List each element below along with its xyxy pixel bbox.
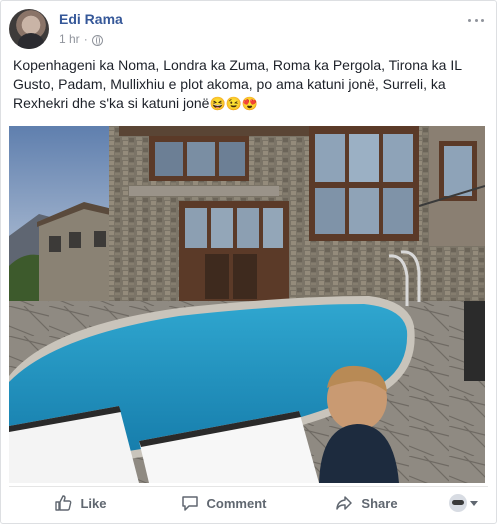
comment-button[interactable]: Comment: [152, 488, 295, 518]
post-photo[interactable]: [9, 126, 485, 483]
reaction-as-selector[interactable]: [438, 494, 488, 512]
comment-bubble-icon: [181, 496, 198, 511]
post-header: Edi Rama 1 hr ·: [9, 7, 488, 53]
chevron-down-icon: [469, 500, 478, 506]
like-label: Like: [80, 495, 107, 511]
globe-icon[interactable]: [91, 34, 103, 46]
meta-separator: ·: [83, 32, 88, 46]
post-text: Kopenhageni ka Noma, Londra ka Zuma, Rom…: [13, 56, 483, 113]
emoji-heart-eyes: 😍: [241, 96, 259, 111]
action-bar: Like Comment Share: [9, 486, 488, 519]
thumbs-up-icon: [55, 495, 72, 511]
emoji-laughing: 😆: [209, 96, 226, 111]
like-button[interactable]: Like: [9, 488, 152, 518]
share-label: Share: [361, 495, 398, 511]
author-avatar[interactable]: [9, 9, 49, 49]
post-card: Edi Rama 1 hr · Kopenhageni ka Noma, Lon…: [0, 0, 497, 524]
user-avatar: [448, 494, 467, 512]
author-name[interactable]: Edi Rama: [59, 11, 123, 27]
comment-label: Comment: [206, 495, 267, 511]
post-meta: 1 hr ·: [59, 32, 103, 46]
post-time[interactable]: 1 hr: [59, 32, 80, 46]
more-options-icon[interactable]: [468, 13, 484, 27]
share-button[interactable]: Share: [295, 488, 438, 518]
share-arrow-icon: [336, 496, 353, 510]
emoji-wink: 😉: [225, 96, 242, 111]
